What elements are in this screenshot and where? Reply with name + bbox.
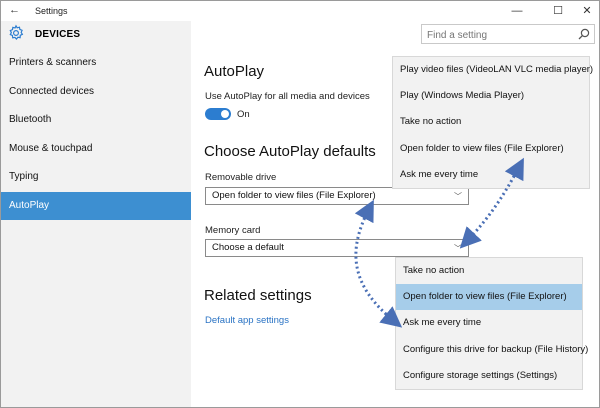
section-title: DEVICES [35,29,81,40]
window-title: Settings [35,6,68,16]
sidebar-item-autoplay[interactable]: AutoPlay [1,191,191,220]
maximize-button[interactable]: ☐ [548,3,568,19]
option-take-no-action[interactable]: Take no action [393,109,589,135]
settings-window: ← Settings — ☐ ✕ DEVICES Printers & scan… [0,0,600,408]
sidebar-item-mouse-touchpad[interactable]: Mouse & touchpad [1,135,191,164]
sidebar-item-printers-scanners[interactable]: Printers & scanners [1,49,191,78]
autoplay-heading: AutoPlay [204,63,265,80]
sidebar-item-bluetooth[interactable]: Bluetooth [1,106,191,135]
minimize-button[interactable]: — [507,3,527,19]
default-app-settings-link[interactable]: Default app settings [205,315,289,326]
memory-card-options-popup: Take no action Open folder to view files… [396,258,588,389]
autoplay-toggle-label: Use AutoPlay for all media and devices [205,91,370,102]
title-bar: ← Settings — ☐ ✕ [1,1,599,21]
close-button[interactable]: ✕ [577,3,597,19]
sidebar-item-typing[interactable]: Typing [1,163,191,192]
removable-drive-dropdown[interactable]: Open folder to view files (File Explorer… [205,187,469,205]
option-take-no-action[interactable]: Take no action [396,258,582,284]
chevron-down-icon: ﹀ [454,244,462,253]
related-settings-heading: Related settings [204,287,312,304]
memory-card-dropdown[interactable]: Choose a default ﹀ [205,239,469,257]
option-play-wmp[interactable]: Play (Windows Media Player) [393,83,589,109]
sidebar-item-connected-devices[interactable]: Connected devices [1,78,191,107]
gear-icon [9,24,24,41]
back-arrow-icon[interactable]: ← [9,4,20,16]
option-configure-backup[interactable]: Configure this drive for backup (File Hi… [396,337,588,363]
removable-drive-label: Removable drive [205,172,277,183]
autoplay-toggle-state: On [237,109,250,120]
autoplay-toggle[interactable] [205,108,231,120]
sidebar: DEVICES Printers & scanners Connected de… [1,21,191,407]
sidebar-nav: Printers & scanners Connected devices Bl… [1,49,191,220]
option-open-folder-selected[interactable]: Open folder to view files (File Explorer… [396,284,582,311]
toggle-knob [221,110,229,118]
option-play-video-vlc[interactable]: Play video files (VideoLAN VLC media pla… [393,57,593,83]
option-open-folder[interactable]: Open folder to view files (File Explorer… [393,136,589,162]
memory-card-value: Choose a default [212,242,284,253]
removable-drive-options-popup: Play video files (VideoLAN VLC media pla… [393,57,593,188]
option-ask-every-time[interactable]: Ask me every time [393,162,589,188]
option-configure-storage[interactable]: Configure storage settings (Settings) [396,363,582,389]
chevron-down-icon: ﹀ [454,192,462,201]
option-ask-every-time[interactable]: Ask me every time [396,310,582,336]
defaults-heading: Choose AutoPlay defaults [204,143,376,160]
removable-drive-value: Open folder to view files (File Explorer… [212,190,376,201]
sidebar-header: DEVICES [1,21,191,49]
memory-card-label: Memory card [205,225,261,236]
